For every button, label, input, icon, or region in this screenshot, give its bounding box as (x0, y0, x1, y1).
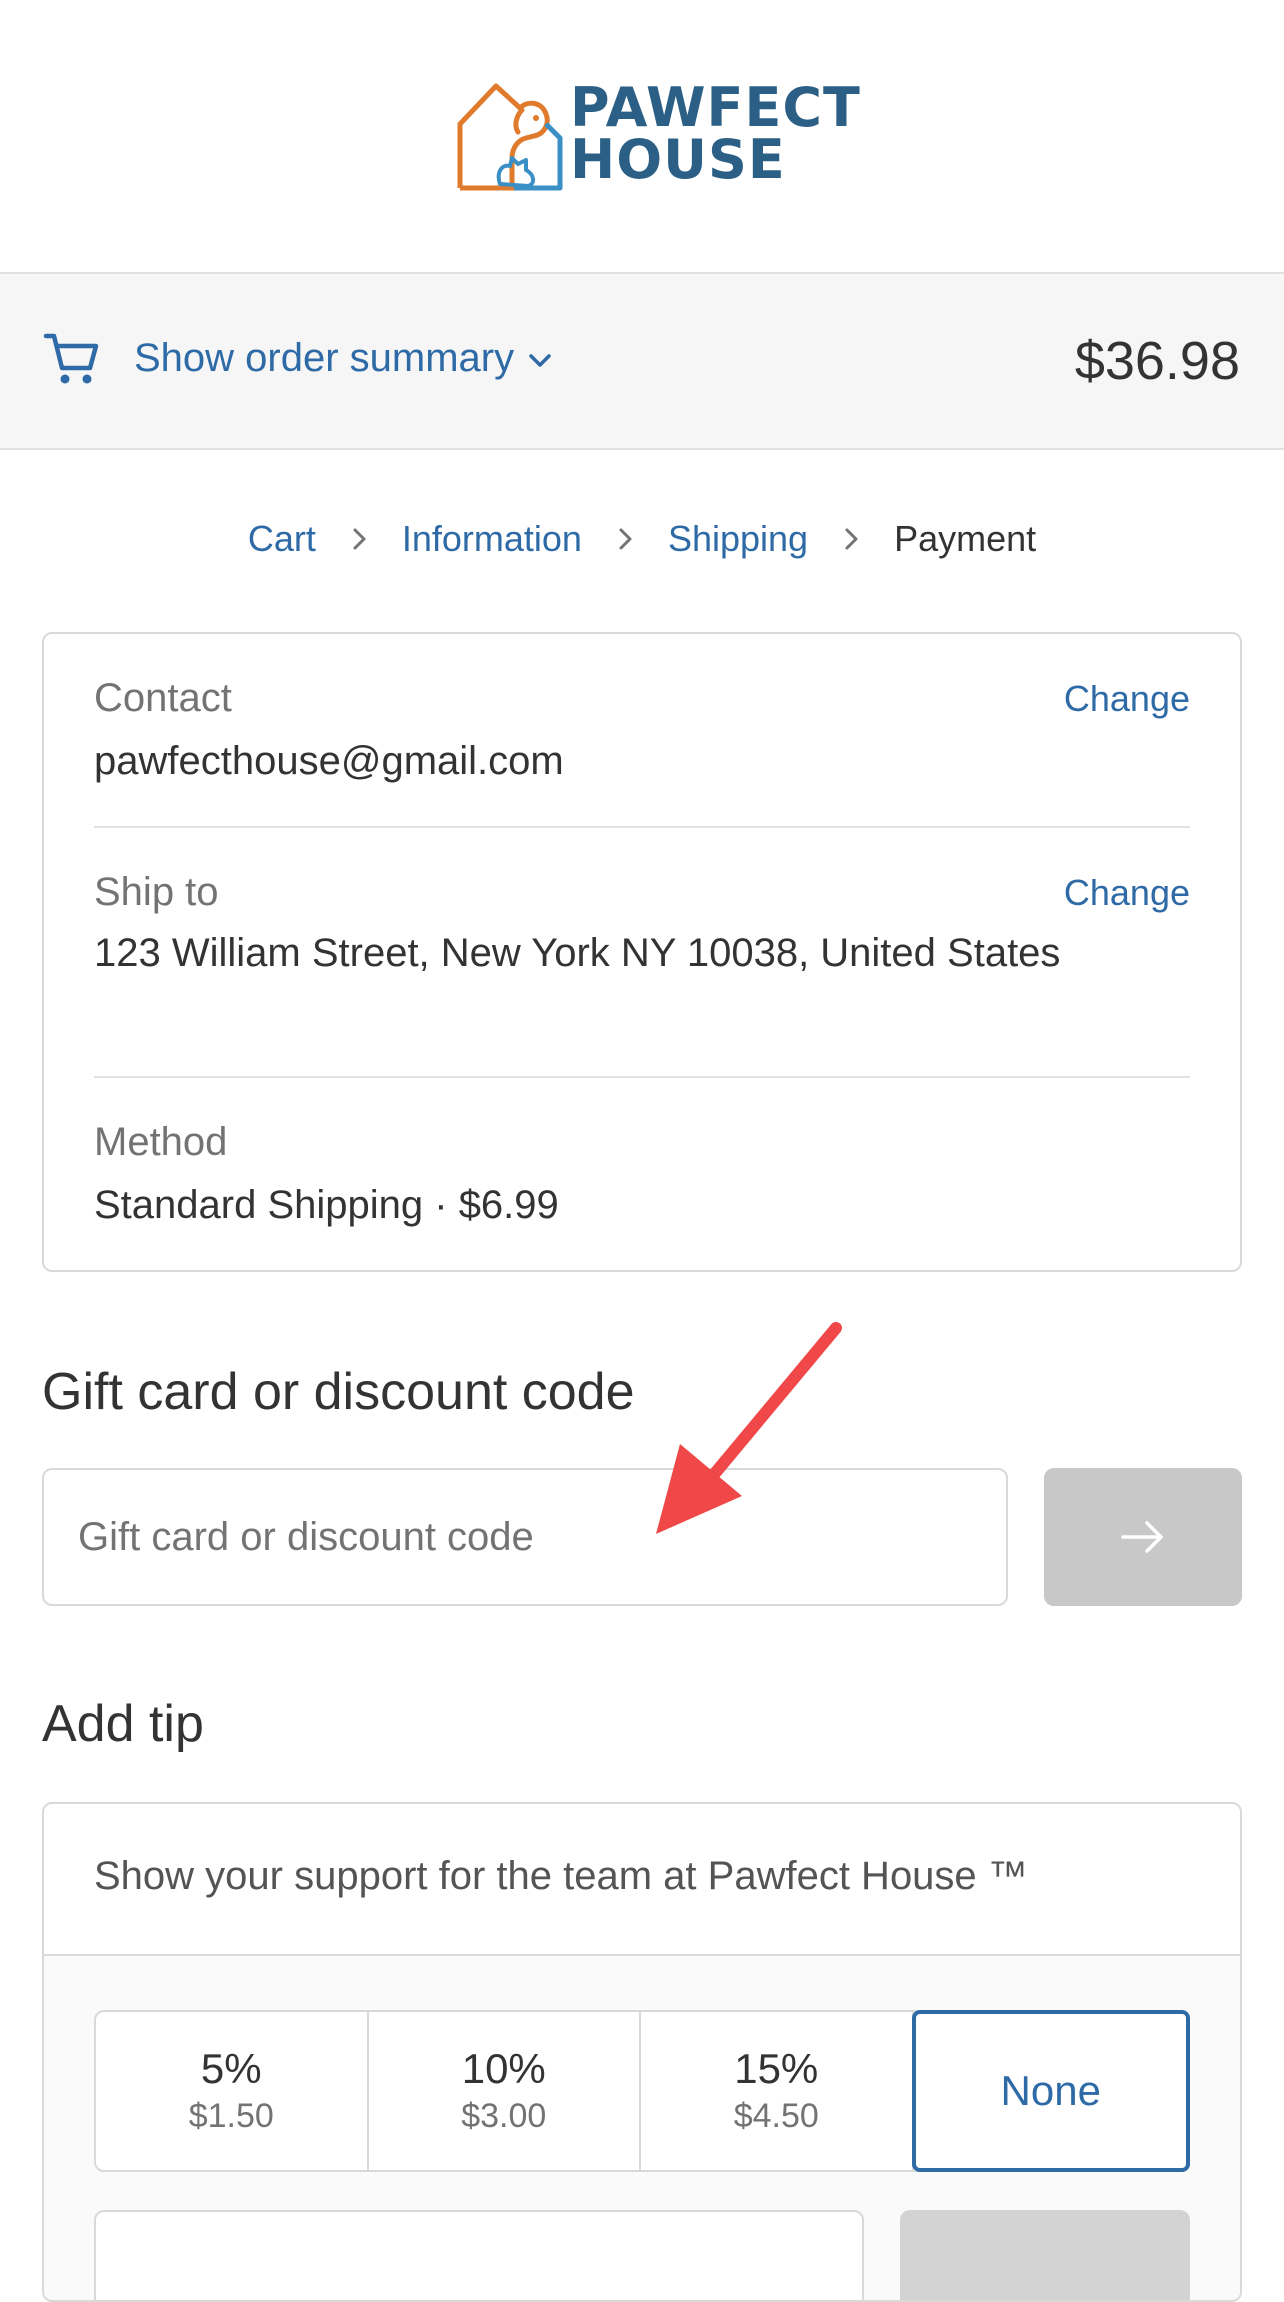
tip-option-none[interactable]: None (911, 2010, 1190, 2172)
arrow-right-icon (1121, 1521, 1163, 1553)
annotation-arrow-icon (656, 1322, 842, 1534)
ship-to-value: 123 William Street, New York NY 10038, U… (94, 931, 1061, 975)
tip-percent: 5% (200, 2045, 262, 2092)
tip-box: Show your support for the team at Pawfec… (42, 1802, 1242, 2302)
tip-header: Show your support for the team at Pawfec… (44, 1804, 1240, 1956)
tip-options: 5% $1.50 10% $3.00 15% $4.50 None (94, 2010, 1190, 2172)
method-name: Standard Shipping · (94, 1183, 459, 1227)
divider (94, 1076, 1190, 1078)
breadcrumb-information[interactable]: Information (402, 518, 582, 560)
tip-option-10[interactable]: 10% $3.00 (369, 2012, 641, 2170)
method-price: $6.99 (458, 1183, 559, 1227)
header: PAWFECT HOUSE (0, 0, 1284, 272)
brand-name: PAWFECT HOUSE (570, 76, 861, 191)
dog-cat-house-icon (457, 83, 563, 191)
order-summary-bar[interactable]: Show order summary $36.98 (0, 272, 1284, 450)
checkout-review-box: Contact Change pawfecthouse@gmail.com Sh… (42, 632, 1242, 1272)
ship-to-label: Ship to (94, 870, 219, 914)
contact-row: Contact Change pawfecthouse@gmail.com (94, 676, 1190, 783)
contact-label: Contact (94, 676, 232, 720)
method-row: Method Standard Shipping · $6.99 (94, 1120, 1190, 1230)
discount-code-field[interactable] (42, 1468, 1008, 1606)
contact-value: pawfecthouse@gmail.com (94, 739, 564, 783)
chevron-down-icon (529, 353, 551, 367)
update-tip-button[interactable] (900, 2210, 1190, 2300)
breadcrumb: Cart Information Shipping Payment (0, 518, 1284, 560)
tip-option-5[interactable]: 5% $1.50 (96, 2012, 369, 2170)
chevron-right-icon (845, 528, 858, 550)
method-value: Standard Shipping · $6.99 (94, 1178, 1074, 1232)
discount-section-title: Gift card or discount code (42, 1363, 635, 1421)
apply-discount-button[interactable] (1044, 1468, 1242, 1606)
tip-option-15[interactable]: 15% $4.50 (641, 2012, 914, 2170)
show-order-summary-toggle[interactable]: Show order summary (134, 336, 554, 381)
cart-icon (43, 333, 99, 384)
change-contact-link[interactable]: Change (1064, 678, 1190, 720)
change-ship-to-link[interactable]: Change (1064, 872, 1190, 914)
chevron-right-icon (619, 528, 632, 550)
chevron-right-icon (353, 528, 366, 550)
pawfect-house-logo[interactable]: PAWFECT HOUSE (456, 80, 860, 192)
tip-amount: $3.00 (461, 2097, 547, 2135)
custom-tip-input[interactable] (94, 2210, 864, 2300)
tip-percent: None (1000, 2067, 1101, 2114)
breadcrumb-payment: Payment (894, 518, 1037, 559)
show-order-summary-label[interactable]: Show order summary (134, 336, 514, 381)
order-total: $36.98 (1074, 331, 1240, 391)
tip-percent: 15% (734, 2045, 819, 2092)
tip-amount: $1.50 (188, 2097, 274, 2135)
brand-name-line1: PAWFECT (570, 76, 861, 139)
tip-section-title: Add tip (42, 1695, 204, 1753)
tip-percent: 10% (461, 2045, 546, 2092)
breadcrumb-cart[interactable]: Cart (248, 518, 316, 560)
tip-amount: $4.50 (733, 2097, 819, 2135)
discount-code-input[interactable] (44, 1470, 1006, 1604)
tip-body: 5% $1.50 10% $3.00 15% $4.50 None (44, 1956, 1240, 2300)
brand-name-line2: HOUSE (570, 128, 786, 191)
breadcrumb-shipping[interactable]: Shipping (668, 518, 808, 560)
method-label: Method (94, 1120, 228, 1164)
divider (94, 826, 1190, 828)
ship-to-row: Ship to Change 123 William Street, New Y… (94, 870, 1190, 1030)
tip-message: Show your support for the team at Pawfec… (94, 1854, 1028, 1898)
